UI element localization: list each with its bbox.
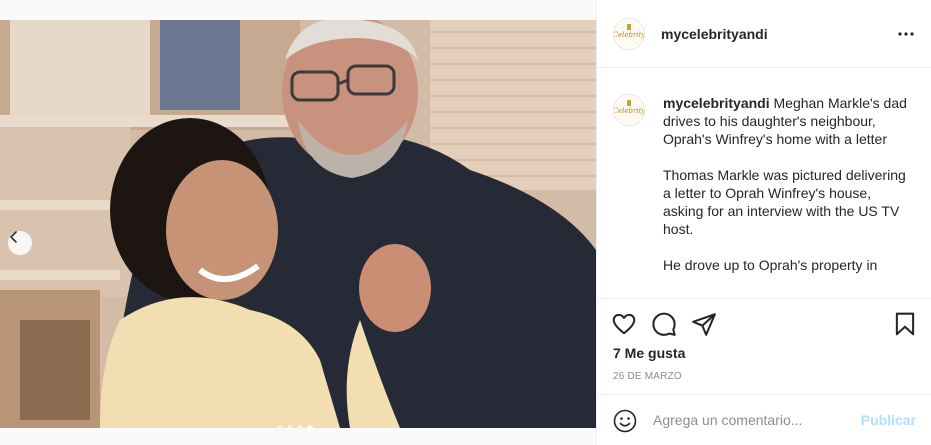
- chevron-left-icon: [10, 231, 17, 243]
- caption-username[interactable]: mycelebrityandi: [663, 95, 770, 111]
- more-options-button[interactable]: [894, 22, 918, 46]
- caption-avatar[interactable]: Celebrity: [613, 94, 645, 126]
- comment-form: Publicar: [597, 394, 931, 445]
- post-actions: 7 Me gusta 26 DE MARZO: [597, 298, 931, 398]
- emoji-icon: [613, 409, 637, 433]
- caption-paragraph: Thomas Markle was pictured delivering a …: [663, 167, 906, 237]
- photo-image: [0, 20, 596, 428]
- caption-paragraph: He drove up to Oprah's property in: [663, 257, 878, 273]
- post-dialog: Celebrity mycelebrityandi Celebrity myce…: [0, 0, 931, 445]
- likes-count[interactable]: 7 Me gusta: [613, 345, 685, 361]
- share-button[interactable]: [691, 311, 717, 337]
- comment-icon: [652, 312, 676, 336]
- post-side-panel: Celebrity mycelebrityandi Celebrity myce…: [596, 0, 931, 445]
- avatar[interactable]: Celebrity: [613, 18, 645, 50]
- comment-button[interactable]: [651, 311, 677, 337]
- bookmark-icon: [895, 312, 915, 336]
- celebrity-logo: Celebrity: [614, 96, 644, 124]
- top-strip: [0, 0, 596, 20]
- post-author-username[interactable]: mycelebrityandi: [661, 26, 768, 42]
- post-photo[interactable]: [0, 20, 596, 428]
- emoji-button[interactable]: [613, 409, 637, 433]
- post-date[interactable]: 26 DE MARZO: [613, 371, 682, 382]
- like-button[interactable]: [611, 311, 637, 337]
- share-icon: [692, 313, 716, 336]
- post-caption: mycelebrityandi Meghan Markle's dad driv…: [663, 94, 915, 292]
- svg-text:Celebrity: Celebrity: [614, 31, 644, 39]
- svg-text:Celebrity: Celebrity: [614, 107, 644, 115]
- save-button[interactable]: [892, 311, 918, 337]
- celebrity-logo: Celebrity: [614, 20, 644, 48]
- carousel-prev-button[interactable]: [8, 231, 32, 255]
- publish-button[interactable]: Publicar: [861, 412, 916, 428]
- bottom-strip: [0, 428, 596, 445]
- caption-area: Celebrity mycelebrityandi Meghan Markle'…: [597, 68, 931, 298]
- caption-paragraph: mycelebrityandi Meghan Markle's dad driv…: [663, 94, 915, 148]
- post-header: Celebrity mycelebrityandi: [597, 0, 931, 68]
- heart-icon: [612, 313, 636, 335]
- more-options-icon: [898, 32, 914, 36]
- comment-input[interactable]: [653, 409, 853, 431]
